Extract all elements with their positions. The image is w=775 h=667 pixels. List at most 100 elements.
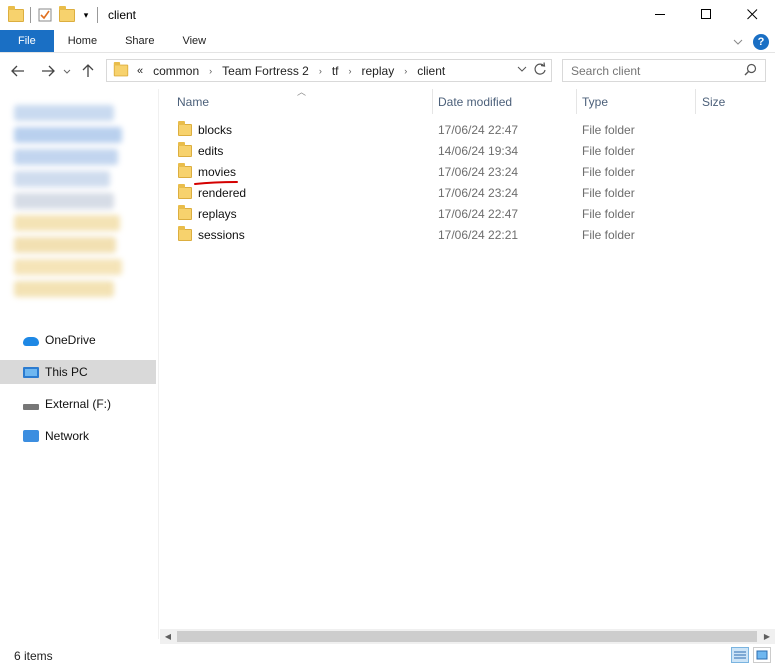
separator — [97, 7, 98, 23]
cloud-icon — [23, 337, 39, 346]
item-count: 6 items — [14, 649, 53, 663]
network-icon — [23, 430, 39, 442]
file-date: 17/06/24 22:21 — [438, 227, 519, 242]
column-header-size[interactable]: Size — [702, 89, 725, 114]
breadcrumb-tf[interactable]: tf — [332, 64, 339, 78]
refresh-icon[interactable] — [532, 62, 548, 78]
file-row-edits[interactable]: edits 14/06/24 19:34 File folder — [178, 140, 648, 161]
sidebar-item-label: Network — [45, 429, 90, 443]
blurred-item — [14, 105, 114, 121]
file-explorer-window: ▾ client File Home Share View ? « common… — [0, 0, 775, 667]
file-date: 17/06/24 22:47 — [438, 206, 519, 221]
column-divider[interactable] — [695, 89, 696, 114]
scroll-right-icon[interactable]: ▶ — [759, 629, 775, 644]
folder-icon — [178, 225, 192, 241]
tab-file[interactable]: File — [0, 30, 54, 52]
file-row-sessions[interactable]: sessions 17/06/24 22:21 File folder — [178, 224, 648, 245]
properties-icon[interactable] — [37, 7, 53, 23]
help-icon[interactable]: ? — [753, 33, 769, 50]
minimize-button[interactable] — [637, 0, 683, 28]
customize-toolbar-icon[interactable]: ▾ — [81, 7, 91, 23]
ribbon-right: ? — [733, 30, 769, 53]
sidebar-item-this-pc[interactable]: This PC — [0, 360, 156, 384]
address-dropdown-icon[interactable] — [517, 64, 527, 75]
status-bar: 6 items — [0, 645, 775, 667]
column-header-type[interactable]: Type — [582, 89, 608, 114]
sort-up-icon: ︿ — [297, 87, 307, 97]
sidebar-item-external[interactable]: External (F:) — [0, 392, 156, 416]
column-divider[interactable] — [576, 89, 577, 114]
address-bar[interactable]: « common › Team Fortress 2 › tf › replay… — [106, 59, 552, 82]
chevron-right-icon[interactable]: › — [349, 66, 352, 76]
column-divider[interactable] — [432, 89, 433, 114]
folder-icon — [8, 6, 24, 23]
sidebar-item-network[interactable]: Network — [0, 424, 156, 448]
chevron-right-icon[interactable]: › — [404, 66, 407, 76]
folder-icon — [178, 141, 192, 157]
blurred-item — [14, 281, 114, 297]
tab-view[interactable]: View — [168, 30, 220, 52]
file-date: 17/06/24 23:24 — [438, 164, 519, 179]
sidebar-item-onedrive[interactable]: OneDrive — [0, 328, 156, 352]
file-type: File folder — [582, 164, 635, 179]
pane-divider[interactable] — [158, 89, 159, 639]
window-controls — [637, 0, 775, 28]
scroll-left-icon[interactable]: ◀ — [160, 629, 176, 644]
up-button[interactable] — [76, 59, 100, 83]
file-date: 17/06/24 23:24 — [438, 185, 519, 200]
blurred-quick-access — [14, 99, 126, 319]
blurred-item — [14, 259, 122, 275]
red-underline-annotation — [194, 181, 238, 185]
tab-share[interactable]: Share — [111, 30, 168, 52]
file-row-movies[interactable]: movies 17/06/24 23:24 File folder — [178, 161, 648, 182]
horizontal-scrollbar[interactable]: ◀ ▶ — [160, 629, 775, 644]
file-row-replays[interactable]: replays 17/06/24 22:47 File folder — [178, 203, 648, 224]
recent-locations-button[interactable] — [60, 59, 74, 83]
expand-ribbon-icon[interactable] — [733, 36, 743, 48]
scrollbar-thumb[interactable] — [177, 631, 757, 642]
tab-home[interactable]: Home — [54, 30, 111, 52]
search-icon[interactable] — [744, 63, 757, 79]
blurred-item — [14, 193, 114, 209]
file-type: File folder — [582, 143, 635, 158]
folder-icon — [178, 162, 192, 178]
file-row-rendered[interactable]: rendered 17/06/24 23:24 File folder — [178, 182, 648, 203]
ribbon-tabs: File Home Share View ? — [0, 30, 775, 53]
sidebar-item-label: OneDrive — [45, 333, 96, 347]
file-name: edits — [198, 143, 224, 158]
chevron-right-icon[interactable]: › — [209, 66, 212, 76]
chevron-right-icon[interactable]: › — [319, 66, 322, 76]
view-buttons — [731, 647, 771, 663]
search-box[interactable] — [562, 59, 766, 82]
file-type: File folder — [582, 185, 635, 200]
file-date: 14/06/24 19:34 — [438, 143, 519, 158]
details-view-icon[interactable] — [731, 647, 749, 663]
navigation-bar: « common › Team Fortress 2 › tf › replay… — [0, 53, 775, 89]
quick-access-toolbar: ▾ — [0, 0, 104, 30]
column-header-date[interactable]: Date modified — [438, 89, 512, 114]
folder-icon — [178, 183, 192, 199]
breadcrumb-common[interactable]: common — [153, 64, 199, 78]
maximize-button[interactable] — [683, 0, 729, 28]
breadcrumb-client[interactable]: client — [417, 64, 445, 78]
column-header-name[interactable]: Name — [177, 89, 209, 114]
separator — [30, 7, 31, 23]
sidebar-item-label: External (F:) — [45, 397, 112, 411]
drive-icon — [23, 404, 39, 410]
breadcrumb-team-fortress-2[interactable]: Team Fortress 2 — [222, 64, 309, 78]
close-button[interactable] — [729, 0, 775, 28]
folder-icon — [178, 204, 192, 220]
file-row-blocks[interactable]: blocks 17/06/24 22:47 File folder — [178, 119, 648, 140]
window-title: client — [108, 8, 137, 22]
breadcrumb-overflow[interactable]: « — [137, 65, 143, 77]
file-name: rendered — [198, 185, 247, 200]
breadcrumb-replay[interactable]: replay — [362, 64, 395, 78]
blurred-item — [14, 237, 116, 253]
forward-button[interactable] — [36, 59, 60, 83]
large-icons-view-icon[interactable] — [753, 647, 771, 663]
file-list: ︿ Name Date modified Type Size blocks 17… — [160, 87, 775, 629]
file-date: 17/06/24 22:47 — [438, 122, 519, 137]
search-input[interactable] — [571, 63, 741, 78]
back-button[interactable] — [6, 59, 30, 83]
new-folder-icon[interactable] — [59, 6, 75, 23]
